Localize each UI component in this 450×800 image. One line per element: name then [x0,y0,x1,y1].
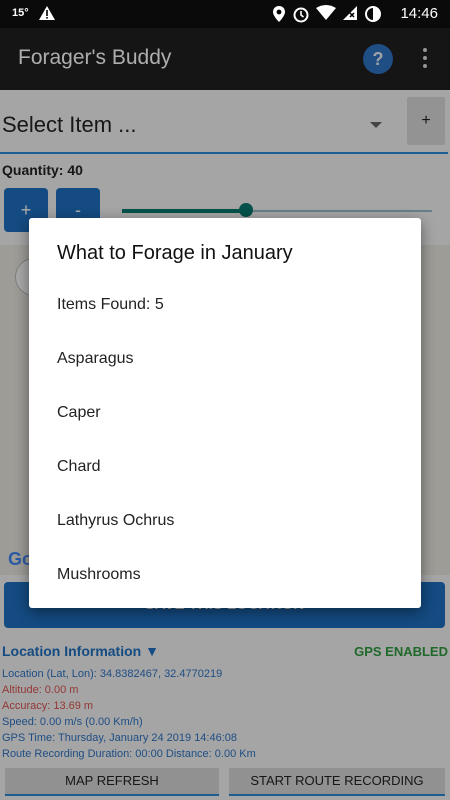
temperature: 15° [12,7,29,19]
warning-icon [38,5,56,26]
wifi-icon [316,5,336,20]
signal-icon [343,6,357,20]
list-item[interactable]: Chard [57,458,101,476]
forage-dialog: What to Forage in January Items Found: 5… [29,218,421,608]
alarm-icon [293,7,309,23]
battery-icon [365,6,381,22]
location-pin-icon [273,6,285,22]
list-item[interactable]: Lathyrus Ochrus [57,512,174,530]
dialog-title: What to Forage in January [57,242,293,264]
list-item[interactable]: Asparagus [57,350,134,368]
status-icons [272,5,382,23]
clock: 14:46 [400,5,438,22]
status-bar: 15° 14:46 [0,0,450,28]
list-item[interactable]: Mushrooms [57,566,141,584]
dialog-scrim-top [0,28,450,90]
list-item[interactable]: Caper [57,404,101,422]
items-found-count: Items Found: 5 [57,296,164,313]
